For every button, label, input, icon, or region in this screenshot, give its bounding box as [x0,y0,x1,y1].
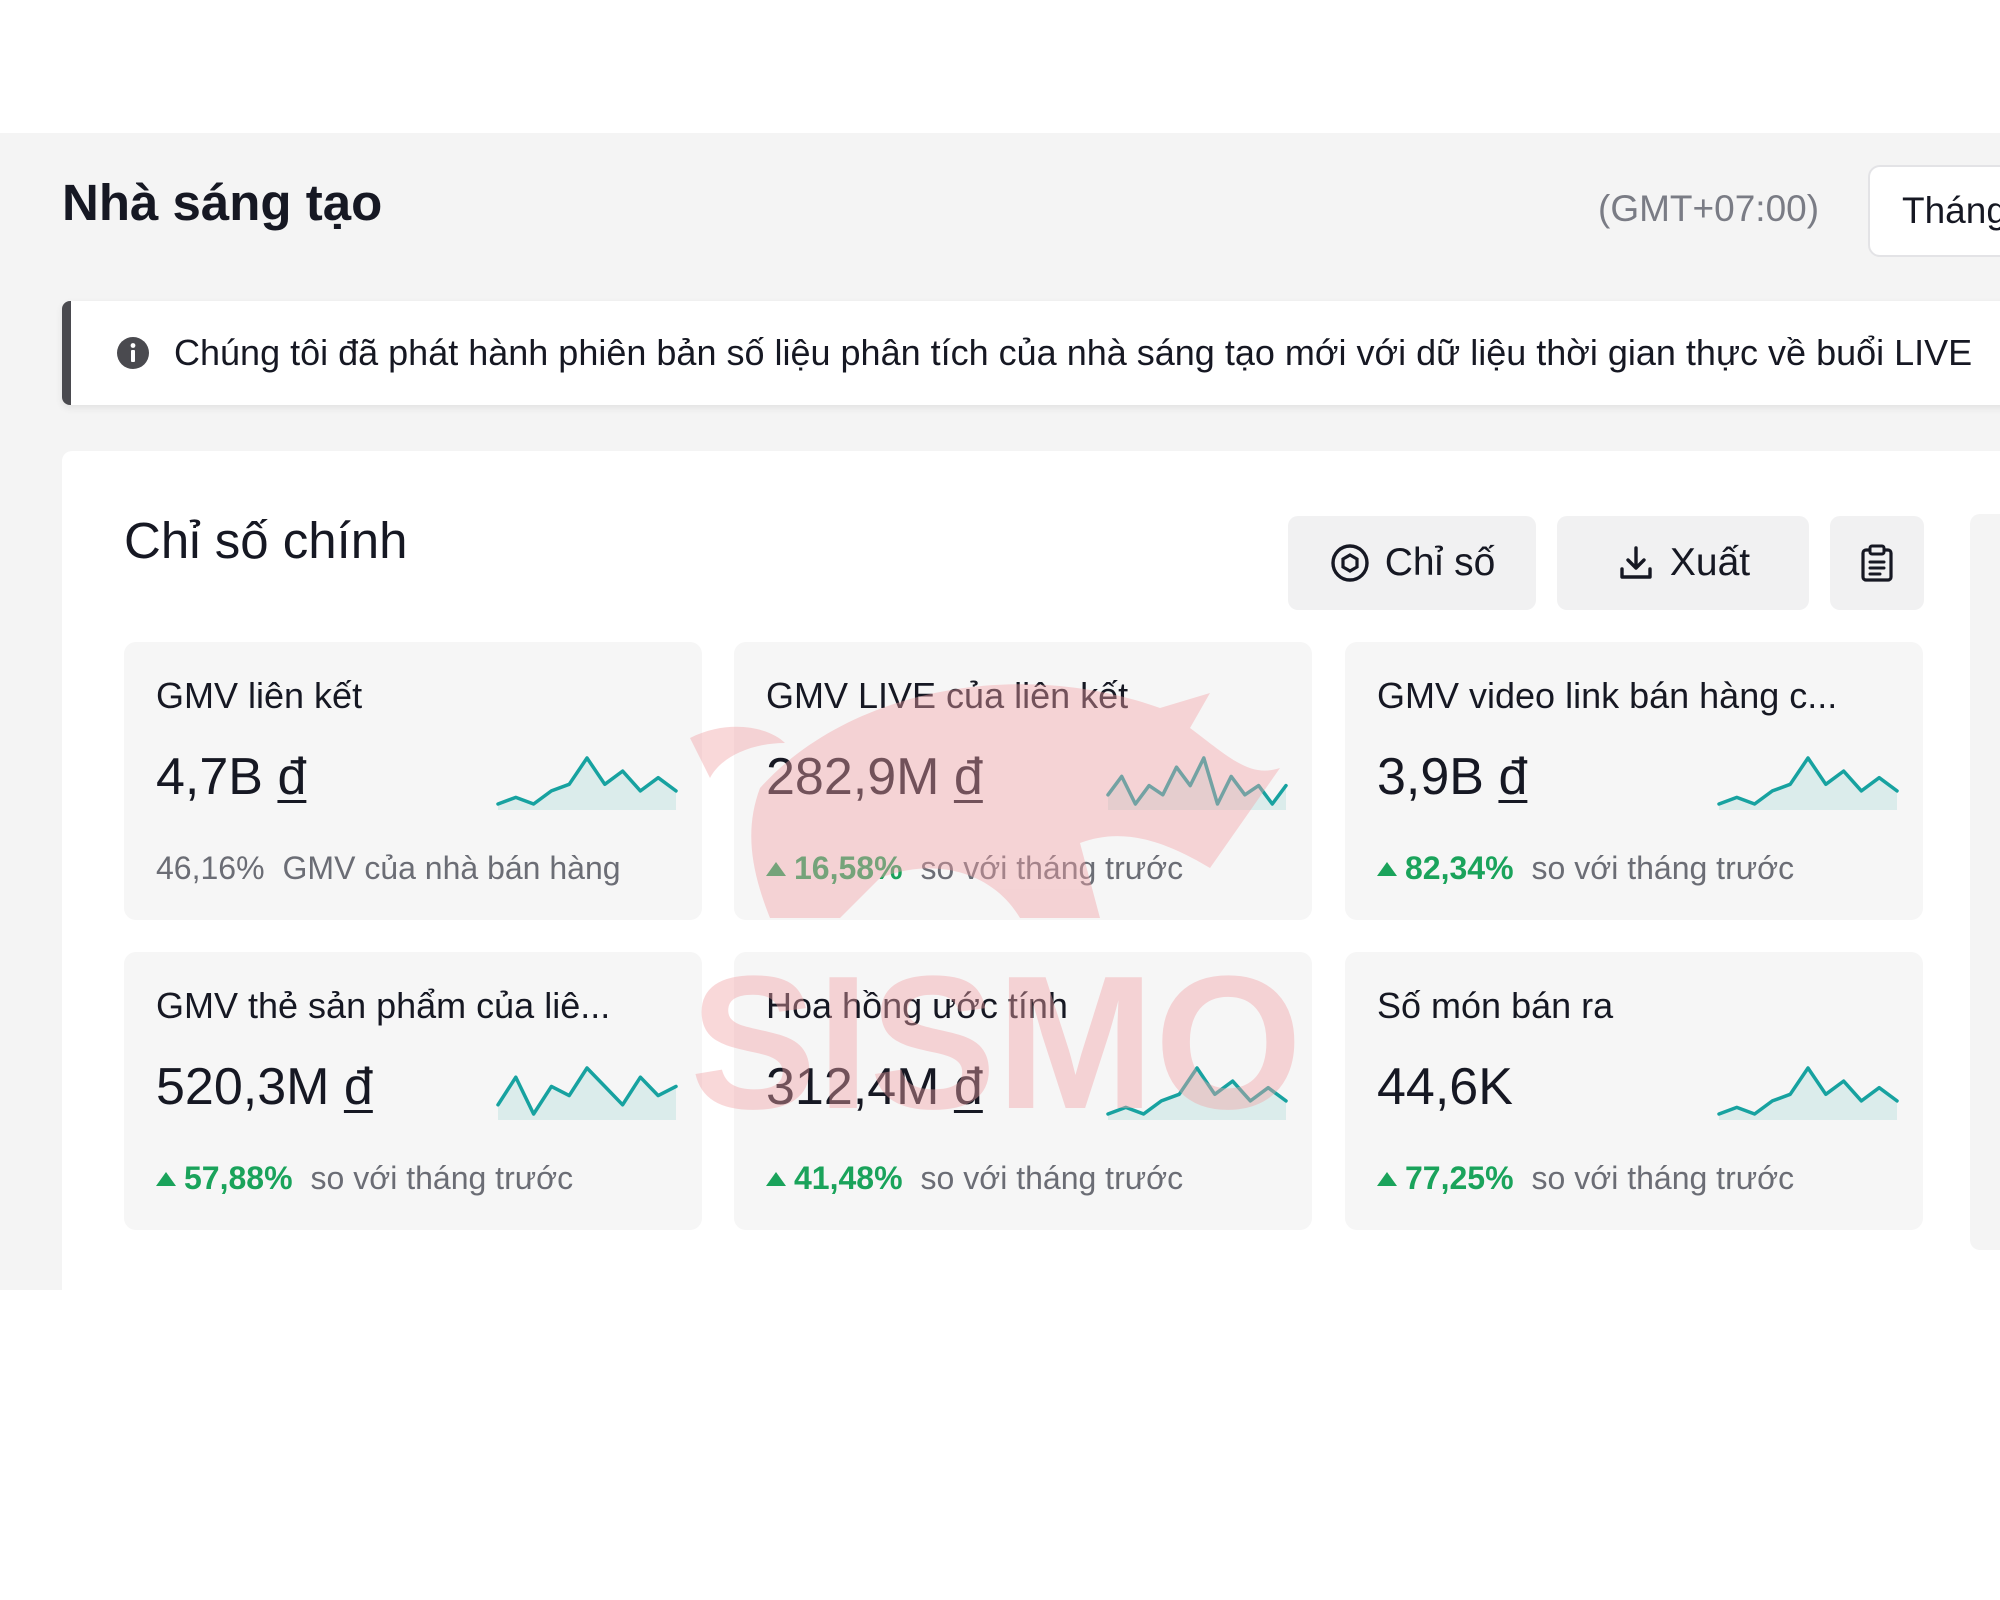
metrics-button[interactable]: Chỉ số [1288,516,1536,610]
metric-note: so với tháng trước [920,850,1184,886]
metric-percent: 41,48% [794,1160,903,1196]
metric-card[interactable]: Số món bán ra 44,6K 77,25% so với tháng … [1345,952,1923,1230]
metric-card[interactable]: GMV LIVE của liên kết 282,9M đ 16,58% so… [734,642,1312,920]
trend-up-icon [766,1171,786,1186]
metric-percent: 46,16% [156,850,265,886]
metric-card[interactable]: GMV thẻ sản phẩm của liê... 520,3M đ 57,… [124,952,702,1230]
notice-banner: Chúng tôi đã phát hành phiên bản số liệu… [62,301,2000,405]
sparkline [1106,1066,1288,1120]
trend-up-icon [1377,1171,1397,1186]
metric-label: GMV thẻ sản phẩm của liê... [156,985,611,1026]
key-metrics-card: Chỉ số chính Chỉ số Xuất GMV liên kết 4,… [62,451,2000,1290]
metric-label: GMV LIVE của liên kết [766,675,1129,716]
metric-footer: 57,88% so với tháng trước [156,1160,573,1197]
page-title: Nhà sáng tạo [62,174,383,231]
timezone-label: (GMT+07:00) [1598,188,1820,229]
metric-value: 44,6K [1377,1058,1513,1116]
metric-card[interactable]: GMV video link bán hàng c... 3,9B đ 82,3… [1345,642,1923,920]
notice-text: Chúng tôi đã phát hành phiên bản số liệu… [174,332,1973,373]
metric-value: 4,7B đ [156,748,307,806]
metric-value: 520,3M đ [156,1058,373,1116]
metrics-button-label: Chỉ số [1384,541,1496,584]
trend-up-icon [766,861,786,876]
currency-symbol: đ [953,1058,983,1116]
trend-up-icon [1377,861,1397,876]
metric-note: so với tháng trước [920,1160,1184,1196]
metric-value: 3,9B đ [1377,748,1528,806]
side-panel-edge [1970,514,2000,1250]
period-select[interactable]: Tháng [1868,165,2000,257]
download-icon [1620,546,1652,579]
settings-icon [1331,544,1369,582]
metric-footer: 82,34% so với tháng trước [1377,850,1794,887]
metric-label: GMV liên kết [156,675,363,716]
metric-footer: 41,48% so với tháng trước [766,1160,1183,1197]
metric-footer: 16,58% so với tháng trước [766,850,1183,887]
metric-label: GMV video link bán hàng c... [1377,675,1838,716]
currency-symbol: đ [953,748,983,806]
metric-label: Số món bán ra [1377,985,1614,1026]
metric-note: so với tháng trước [1531,1160,1795,1196]
metric-footer: 77,25% so với tháng trước [1377,1160,1794,1197]
metric-percent: 57,88% [184,1160,293,1196]
export-button-label: Xuất [1669,541,1751,584]
metric-card[interactable]: GMV liên kết 4,7B đ 46,16% GMV của nhà b… [124,642,702,920]
key-metrics-title: Chỉ số chính [124,512,408,569]
metric-card[interactable]: Hoa hồng ước tính 312,4M đ 41,48% so với… [734,952,1312,1230]
clipboard-button[interactable] [1830,516,1924,610]
metric-label: Hoa hồng ước tính [766,985,1068,1026]
info-icon [117,337,149,369]
sparkline [1717,1066,1899,1120]
metric-value: 282,9M đ [766,748,983,806]
metric-percent: 77,25% [1405,1160,1514,1196]
export-button[interactable]: Xuất [1557,516,1809,610]
metric-note: GMV của nhà bán hàng [282,850,621,886]
metric-footer: 46,16% GMV của nhà bán hàng [156,850,621,887]
currency-symbol: đ [277,748,307,806]
period-select-value: Tháng [1902,190,2000,231]
metric-value: 312,4M đ [766,1058,983,1116]
metric-percent: 16,58% [794,850,903,886]
metric-note: so với tháng trước [310,1160,574,1196]
trend-up-icon [156,1171,176,1186]
sparkline [496,756,678,810]
clipboard-icon [1861,544,1893,582]
sparkline [496,1066,678,1120]
currency-symbol: đ [1498,748,1528,806]
app-canvas: Nhà sáng tạo (GMT+07:00) Tháng Chúng tôi… [0,133,2000,1290]
metric-note: so với tháng trước [1531,850,1795,886]
currency-symbol: đ [343,1058,373,1116]
sparkline [1106,756,1288,810]
metric-percent: 82,34% [1405,850,1514,886]
sparkline [1717,756,1899,810]
